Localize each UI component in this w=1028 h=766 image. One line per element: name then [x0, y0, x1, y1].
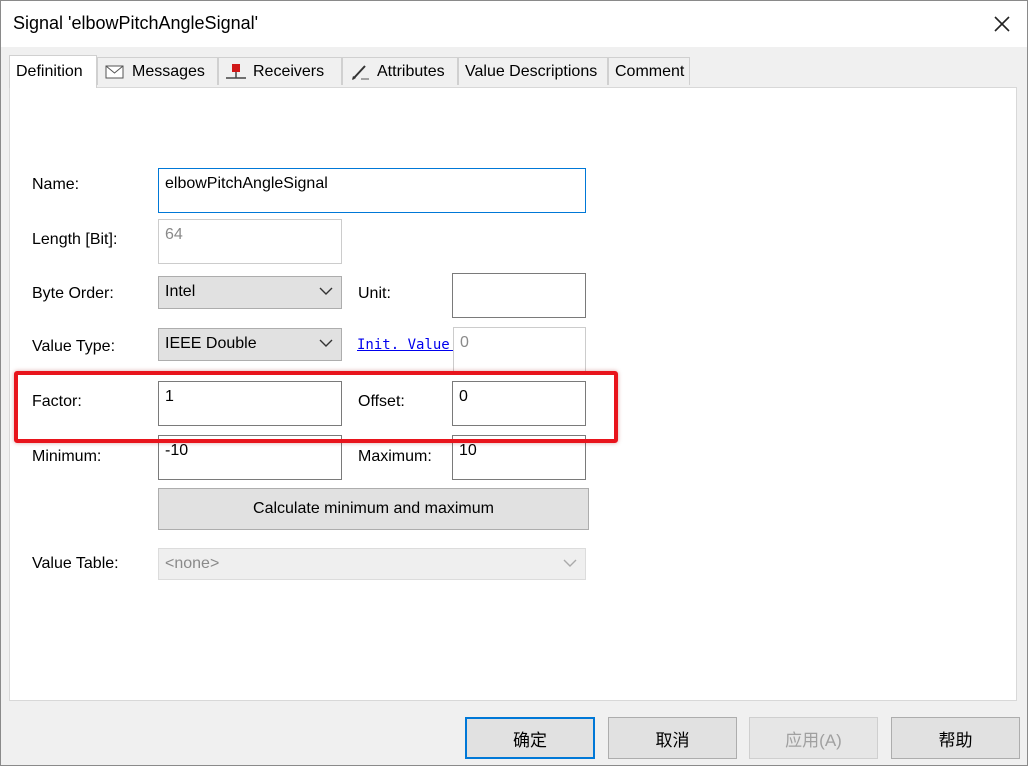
window-title: Signal 'elbowPitchAngleSignal': [13, 13, 259, 33]
factor-label: Factor:: [32, 393, 82, 410]
chevron-down-icon: [563, 559, 577, 567]
offset-label: Offset:: [358, 393, 405, 410]
maximum-label: Maximum:: [358, 448, 432, 465]
value-table-label: Value Table:: [32, 555, 119, 572]
maximum-input[interactable]: 10: [452, 435, 586, 480]
value-type-label: Value Type:: [32, 338, 116, 355]
tab-label: Messages: [132, 62, 205, 80]
tab-receivers[interactable]: Receivers: [218, 57, 342, 85]
unit-input[interactable]: [452, 273, 586, 318]
value-type-select[interactable]: IEEE Double: [158, 328, 342, 361]
length-label: Length [Bit]:: [32, 231, 118, 248]
tab-attributes[interactable]: Attributes: [342, 57, 458, 85]
unit-label: Unit:: [358, 285, 391, 302]
close-button[interactable]: [987, 9, 1017, 39]
help-button[interactable]: 帮助: [891, 717, 1020, 759]
calculate-min-max-button[interactable]: Calculate minimum and maximum: [158, 488, 589, 530]
close-icon: [994, 16, 1010, 32]
apply-button[interactable]: 应用(A): [749, 717, 878, 759]
chevron-down-icon: [319, 339, 333, 347]
minimum-input[interactable]: -10: [158, 435, 342, 480]
tab-label: Receivers: [253, 62, 325, 80]
pencil-icon: [349, 63, 371, 81]
chevron-down-icon: [319, 287, 333, 295]
length-input[interactable]: 64: [158, 219, 342, 264]
byte-order-select[interactable]: Intel: [158, 276, 342, 309]
title-bar: Signal 'elbowPitchAngleSignal': [1, 1, 1027, 47]
value-table-select[interactable]: <none>: [158, 548, 586, 580]
byte-order-label: Byte Order:: [32, 285, 114, 302]
tab-definition[interactable]: Definition: [9, 55, 97, 88]
byte-order-value: Intel: [165, 283, 196, 300]
envelope-icon: [104, 63, 126, 81]
factor-input[interactable]: 1: [158, 381, 342, 426]
name-input[interactable]: elbowPitchAngleSignal: [158, 168, 586, 213]
cancel-button[interactable]: 取消: [608, 717, 737, 759]
init-value-link[interactable]: Init. Value:: [357, 337, 453, 353]
init-value-input[interactable]: 0: [453, 327, 586, 372]
offset-input[interactable]: 0: [452, 381, 586, 426]
signal-dialog: Signal 'elbowPitchAngleSignal' Definitio…: [0, 0, 1028, 766]
value-type-value: IEEE Double: [165, 335, 257, 352]
tab-value-descriptions[interactable]: Value Descriptions: [458, 57, 608, 85]
tab-comment[interactable]: Comment: [608, 57, 690, 85]
name-label: Name:: [32, 176, 80, 193]
receiver-node-icon: [225, 63, 247, 81]
tab-label: Definition: [16, 63, 83, 80]
tab-label: Attributes: [377, 62, 445, 80]
tab-label: Comment: [615, 62, 685, 80]
ok-button[interactable]: 确定: [465, 717, 595, 759]
tab-messages[interactable]: Messages: [97, 57, 218, 85]
minimum-label: Minimum:: [32, 448, 102, 465]
value-table-value: <none>: [165, 555, 220, 572]
tab-label: Value Descriptions: [465, 62, 598, 80]
